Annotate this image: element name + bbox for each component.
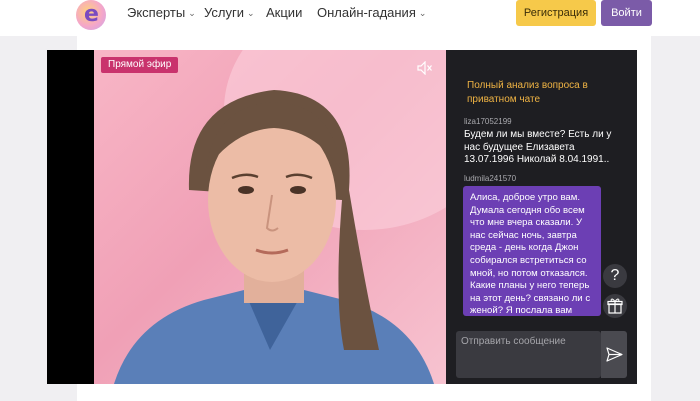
nav-item-online-readings[interactable]: Онлайн-гадания ⌄ <box>317 5 426 20</box>
chevron-down-icon: ⌄ <box>418 8 427 18</box>
chat-message-text: Алиса, доброе утро вам. Думала сегодня о… <box>470 192 591 316</box>
nav-item-promotions[interactable]: Акции <box>266 5 302 20</box>
live-badge: Прямой эфир <box>101 57 179 73</box>
presenter-image <box>114 50 446 384</box>
video-stream[interactable] <box>94 50 446 384</box>
help-button[interactable]: ? <box>603 264 627 288</box>
send-icon <box>606 347 623 362</box>
nav-item-services[interactable]: Услуги ⌄ <box>204 5 255 20</box>
chat-message-bubble: Алиса, доброе утро вам. Думала сегодня о… <box>463 186 601 316</box>
volume-muted-icon[interactable] <box>417 60 433 80</box>
site-logo[interactable]: e <box>76 0 106 30</box>
help-icon: ? <box>610 267 620 284</box>
send-button[interactable] <box>601 331 627 378</box>
message-input-box[interactable] <box>456 331 601 378</box>
chat-message-text: Будем ли мы вместе? Есть ли у нас будуще… <box>464 129 612 165</box>
nav-label: Услуги <box>204 5 244 20</box>
chevron-down-icon: ⌄ <box>188 8 196 18</box>
header: e Эксперты ⌄ Услуги ⌄ Акции Онлайн-гадания… <box>0 0 700 36</box>
register-button[interactable]: Регистрация <box>516 0 596 26</box>
nav-label: Онлайн-гадания <box>317 5 416 20</box>
gift-button[interactable] <box>603 294 627 318</box>
login-button[interactable]: Войти <box>601 0 652 26</box>
gift-icon <box>607 298 623 314</box>
chevron-down-icon: ⌄ <box>246 8 255 18</box>
chat-promo-title[interactable]: Полный анализ вопроса в приватном чате <box>467 79 617 107</box>
chat-username: ludmila241570 <box>464 174 517 183</box>
message-input[interactable] <box>461 336 595 347</box>
logo-letter: e <box>84 2 99 27</box>
nav-label: Эксперты <box>127 5 186 20</box>
nav-label: Акции <box>266 5 303 20</box>
chat-username: liza17052199 <box>464 117 512 126</box>
volume-muted-glyph <box>417 60 432 76</box>
nav-item-experts[interactable]: Эксперты ⌄ <box>127 5 196 20</box>
